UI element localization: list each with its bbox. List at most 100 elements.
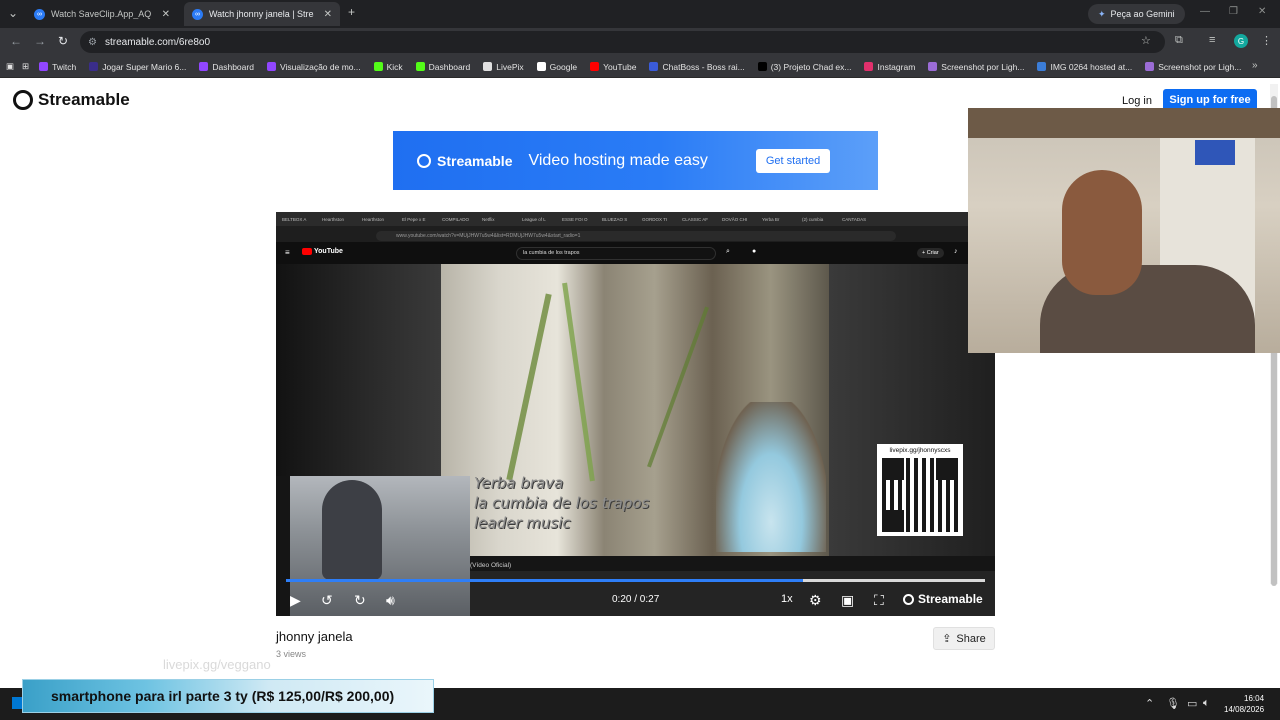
login-link[interactable]: Log in: [1122, 95, 1152, 107]
streamable-logo-icon: [417, 153, 431, 168]
menu-kebab-icon[interactable]: ⋮: [1261, 34, 1272, 47]
kick-icon: [373, 62, 383, 71]
new-tab-button[interactable]: +: [348, 5, 355, 19]
speaker-icon[interactable]: 🔈︎: [1203, 697, 1210, 710]
bookmark-item[interactable]: Kick: [373, 61, 403, 72]
twitch-icon: [199, 62, 209, 71]
bookmark-label: Kick: [386, 61, 403, 72]
extensions-icon[interactable]: ⧉: [1175, 34, 1183, 47]
bookmark-item[interactable]: Twitch: [39, 62, 76, 72]
ad-get-started-button[interactable]: Get started: [755, 148, 831, 173]
share-icon: ⇪: [942, 633, 952, 645]
site-info-icon[interactable]: ⚙: [88, 37, 97, 48]
embedded-search-icon: ⌕: [726, 248, 730, 255]
bookmark-label: Twitch: [52, 61, 77, 72]
tray-chevron-icon[interactable]: ⌃: [1145, 697, 1154, 710]
embedded-search-field: la cumbia de los trapos: [516, 247, 716, 260]
address-bar[interactable]: ⚙ streamable.com/6re8o0: [80, 31, 1165, 53]
bookmark-star-icon[interactable]: ☆: [1141, 34, 1151, 47]
player-brand-link[interactable]: Streamable: [903, 592, 983, 606]
youtube-logo-text: YouTube: [314, 248, 343, 255]
play-icon[interactable]: ▶: [290, 592, 301, 609]
bookmark-item[interactable]: Google: [536, 62, 577, 72]
video-side-dark: [276, 264, 441, 476]
settings-gear-icon[interactable]: ⚙: [809, 592, 822, 609]
restore-icon[interactable]: ❐: [1229, 6, 1238, 17]
image-host-icon: [1037, 62, 1047, 71]
video-inset-person: [322, 480, 382, 580]
forward-10-icon[interactable]: ↻: [354, 592, 366, 609]
embedded-tab: ESSE FOI O: [562, 216, 588, 222]
gemini-label: Peça ao Gemini: [1110, 9, 1175, 19]
qr-code-label: livepix.gg/jhonnyscxs: [889, 447, 951, 454]
bookmark-item[interactable]: Dashboard: [415, 61, 471, 72]
streamable-logo-icon: [13, 90, 33, 110]
bookmark-item[interactable]: Dashboard: [199, 62, 254, 72]
instagram-icon: [864, 62, 874, 71]
ad-banner[interactable]: Streamable Video hosting made easy Get s…: [393, 131, 878, 190]
video-player[interactable]: BELTBOX A Hearthston Hearthston El Pepe …: [276, 212, 995, 616]
bookmark-label: Dashboard: [428, 61, 471, 72]
video-person: [716, 402, 826, 552]
volume-icon[interactable]: 🔊︎: [386, 592, 395, 609]
embedded-tab: El Pepe x E: [402, 216, 426, 222]
embedded-tab: BLUEZAO S: [602, 216, 628, 222]
bookmark-label: YouTube: [603, 61, 637, 72]
tab-saveclip[interactable]: ∞ Watch SaveClip.App_AQMyb3t... ✕: [26, 2, 178, 26]
bookmark-item[interactable]: (3) Projeto Chad ex...: [757, 62, 851, 72]
x-icon: [757, 62, 767, 71]
monitor-icon[interactable]: ▭: [1187, 697, 1197, 710]
apps-icon[interactable]: ▣: [6, 61, 14, 72]
back-icon[interactable]: ←: [10, 34, 22, 48]
gemini-button[interactable]: ✦ Peça ao Gemini: [1088, 4, 1185, 24]
tab-search-chevron-icon[interactable]: ⌄: [8, 6, 18, 20]
more-bookmarks-icon[interactable]: »: [1252, 60, 1258, 71]
reload-icon[interactable]: ↻: [58, 34, 68, 48]
bookmark-item[interactable]: LivePix: [483, 61, 524, 72]
bookmark-label: Dashboard: [212, 61, 254, 72]
progress-bar-fill: [286, 579, 804, 582]
minimize-icon[interactable]: —: [1200, 6, 1210, 17]
embedded-video-title: (Vídeo Oficial): [470, 562, 512, 569]
picture-in-picture-icon[interactable]: ▣: [841, 592, 854, 609]
playback-speed-button[interactable]: 1x: [781, 593, 793, 605]
bookmark-item[interactable]: Screenshot por Ligh...: [928, 62, 1024, 72]
youtube-play-icon: [302, 248, 312, 255]
bookmark-label: Visualização de mo...: [279, 61, 361, 72]
close-tab-icon[interactable]: ✕: [324, 9, 332, 20]
kick-icon: [415, 62, 425, 71]
streamable-logo[interactable]: Streamable: [13, 90, 130, 110]
tab-streamable[interactable]: ∞ Watch jhonny janela | Streamable ✕: [184, 2, 340, 26]
close-tab-icon[interactable]: ✕: [162, 9, 170, 20]
bookmark-item[interactable]: Jogar Super Mario 6...: [89, 62, 186, 72]
rewind-10-icon[interactable]: ↺: [321, 592, 333, 609]
embedded-tab: League of L: [522, 216, 546, 222]
share-button[interactable]: ⇪ Share: [933, 627, 995, 650]
qr-code-icon: [882, 458, 958, 532]
fullscreen-icon[interactable]: ⛶: [874, 592, 884, 609]
embedded-youtube-logo: YouTube: [302, 248, 343, 255]
bookmark-item[interactable]: Screenshot por Ligh...: [1145, 62, 1241, 72]
microphone-icon[interactable]: 🎙︎: [1166, 697, 1180, 710]
embedded-url-bar: www.youtube.com/watch?v=MUjJHW7u5w4&list…: [376, 231, 896, 241]
close-window-icon[interactable]: ✕: [1258, 6, 1266, 17]
bookmark-item[interactable]: YouTube: [590, 62, 636, 72]
webcam-ceiling: [968, 108, 1280, 138]
profile-avatar[interactable]: G: [1234, 34, 1248, 48]
grid-icon[interactable]: ⊞: [22, 61, 29, 72]
bookmark-item[interactable]: ChatBoss - Boss rai...: [649, 62, 745, 72]
forward-icon[interactable]: →: [34, 34, 46, 48]
bookmark-item[interactable]: Visualização de mo...: [266, 61, 361, 72]
embedded-tab: CANTADAS: [842, 216, 867, 222]
video-title: jhonny janela: [276, 629, 353, 644]
bookmark-label: IMG 0264 hosted at...: [1050, 61, 1133, 72]
bookmark-label: LivePix: [496, 61, 524, 72]
webcam-person-head: [1062, 170, 1142, 295]
bookmark-item[interactable]: IMG 0264 hosted at...: [1037, 62, 1132, 72]
embedded-bell-icon: ♪: [954, 248, 958, 255]
embedded-tab: Hearthston: [322, 216, 345, 222]
taskbar-clock[interactable]: 16:04 14/08/2026: [1224, 693, 1264, 715]
embedded-tab: BELTBOX A: [282, 216, 307, 222]
reading-list-icon[interactable]: ≡: [1209, 34, 1215, 46]
bookmark-item[interactable]: Instagram: [864, 62, 915, 72]
